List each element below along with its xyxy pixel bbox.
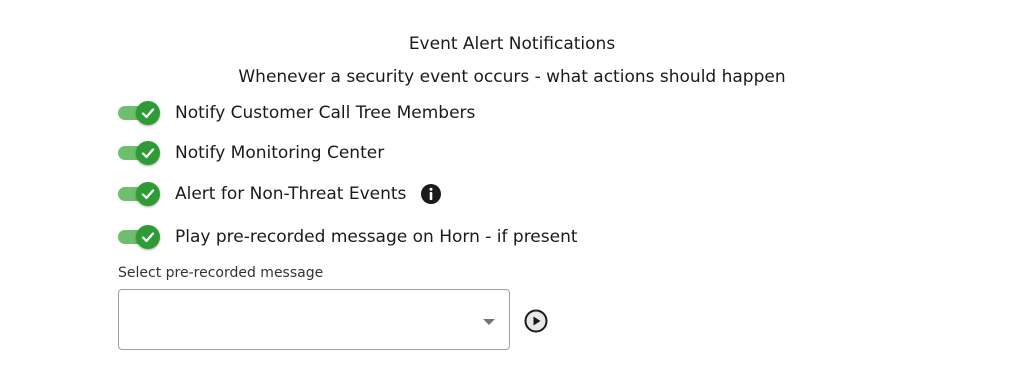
toggle-knob [136, 141, 160, 165]
play-circle-icon[interactable] [524, 309, 548, 333]
call-tree-toggle[interactable] [118, 101, 160, 125]
non-threat-toggle[interactable] [118, 182, 160, 206]
toggle-knob [136, 182, 160, 206]
toggle-knob [136, 101, 160, 125]
check-icon [141, 189, 155, 200]
monitoring-center-toggle[interactable] [118, 141, 160, 165]
toggle-row-call-tree: Notify Customer Call Tree Members [118, 100, 475, 126]
page-title: Event Alert Notifications [408, 34, 616, 54]
toggle-knob [136, 225, 160, 249]
non-threat-label: Alert for Non-Threat Events [175, 184, 407, 204]
toggle-row-non-threat: Alert for Non-Threat Events [118, 181, 442, 207]
call-tree-label: Notify Customer Call Tree Members [175, 103, 476, 123]
event-alert-panel: Event Alert Notifications Whenever a sec… [0, 0, 1024, 383]
toggle-row-horn-message: Play pre-recorded message on Horn - if p… [118, 224, 578, 250]
message-select[interactable] [118, 289, 510, 350]
message-select-label: Select pre-recorded message [118, 265, 324, 281]
page-subtitle: Whenever a security event occurs - what … [238, 67, 786, 87]
toggle-row-monitoring-center: Notify Monitoring Center [118, 140, 384, 166]
horn-message-toggle[interactable] [118, 225, 160, 249]
horn-message-label: Play pre-recorded message on Horn - if p… [175, 227, 578, 247]
check-icon [141, 148, 155, 159]
info-icon[interactable] [420, 183, 442, 205]
monitoring-center-label: Notify Monitoring Center [175, 143, 385, 163]
check-icon [141, 232, 155, 243]
caret-down-icon [483, 319, 495, 325]
check-icon [141, 108, 155, 119]
